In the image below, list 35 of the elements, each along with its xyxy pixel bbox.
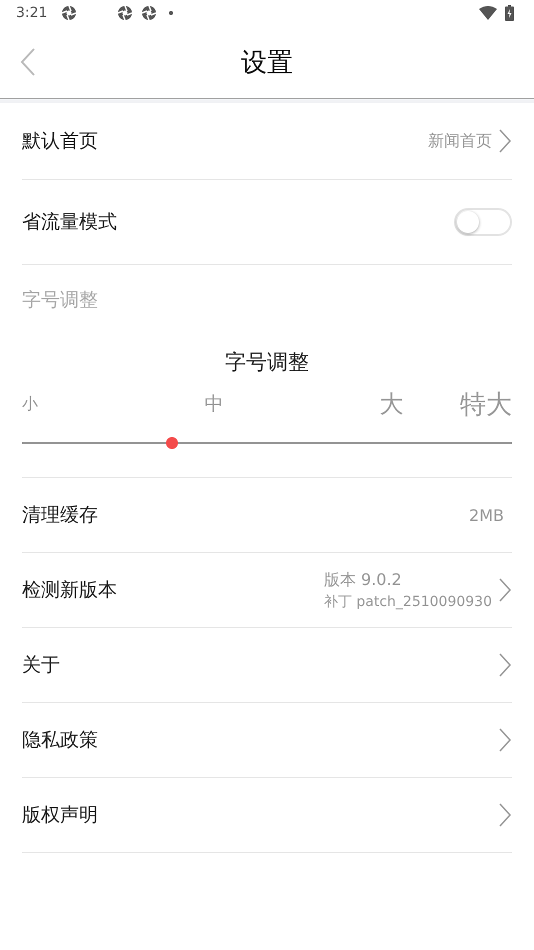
- app-notification-icon: [117, 5, 134, 21]
- app-notification-icon: [61, 5, 78, 21]
- more-notifications-icon: [169, 11, 174, 15]
- chevron-right-icon: [498, 802, 512, 828]
- row-label: 版权声明: [22, 803, 98, 828]
- chevron-right-icon: [498, 128, 512, 154]
- status-time: 3:21: [16, 5, 48, 21]
- version-text: 版本 9.0.2: [324, 570, 403, 590]
- font-size-title: 字号调整: [224, 349, 310, 376]
- row-label: 清理缓存: [22, 503, 98, 528]
- battery-charging-icon: [505, 5, 514, 21]
- settings-row[interactable]: 省流量模式: [22, 180, 512, 265]
- patch-text: 补丁 patch_2510090930: [324, 592, 492, 610]
- row-value: 2MB: [469, 506, 504, 524]
- section-header: 字号调整: [22, 288, 99, 313]
- slider-thumb[interactable]: [166, 437, 178, 449]
- settings-row[interactable]: 检测新版本 版本 9.0.2 补丁 patch_2510090930: [22, 553, 512, 628]
- row-label: 省流量模式: [22, 210, 117, 235]
- settings-row[interactable]: 版权声明: [22, 778, 512, 853]
- settings-row[interactable]: 默认首页 新闻首页: [22, 103, 512, 180]
- chevron-right-icon: [498, 727, 512, 753]
- page-title: 设置: [241, 46, 293, 80]
- row-label: 检测新版本: [22, 578, 117, 603]
- chevron-right-icon: [498, 577, 512, 603]
- chevron-right-icon: [498, 652, 512, 678]
- toggle-switch[interactable]: [454, 208, 512, 236]
- row-label: 关于: [22, 653, 60, 678]
- row-value: 新闻首页: [428, 130, 492, 152]
- settings-row[interactable]: 清理缓存 2MB: [22, 478, 512, 553]
- row-label: 隐私政策: [22, 728, 98, 753]
- settings-row[interactable]: 关于: [22, 628, 512, 703]
- row-label: 默认首页: [22, 129, 98, 154]
- wifi-icon: [479, 6, 497, 20]
- app-notification-icon: [141, 5, 158, 21]
- settings-row[interactable]: 隐私政策: [22, 703, 512, 778]
